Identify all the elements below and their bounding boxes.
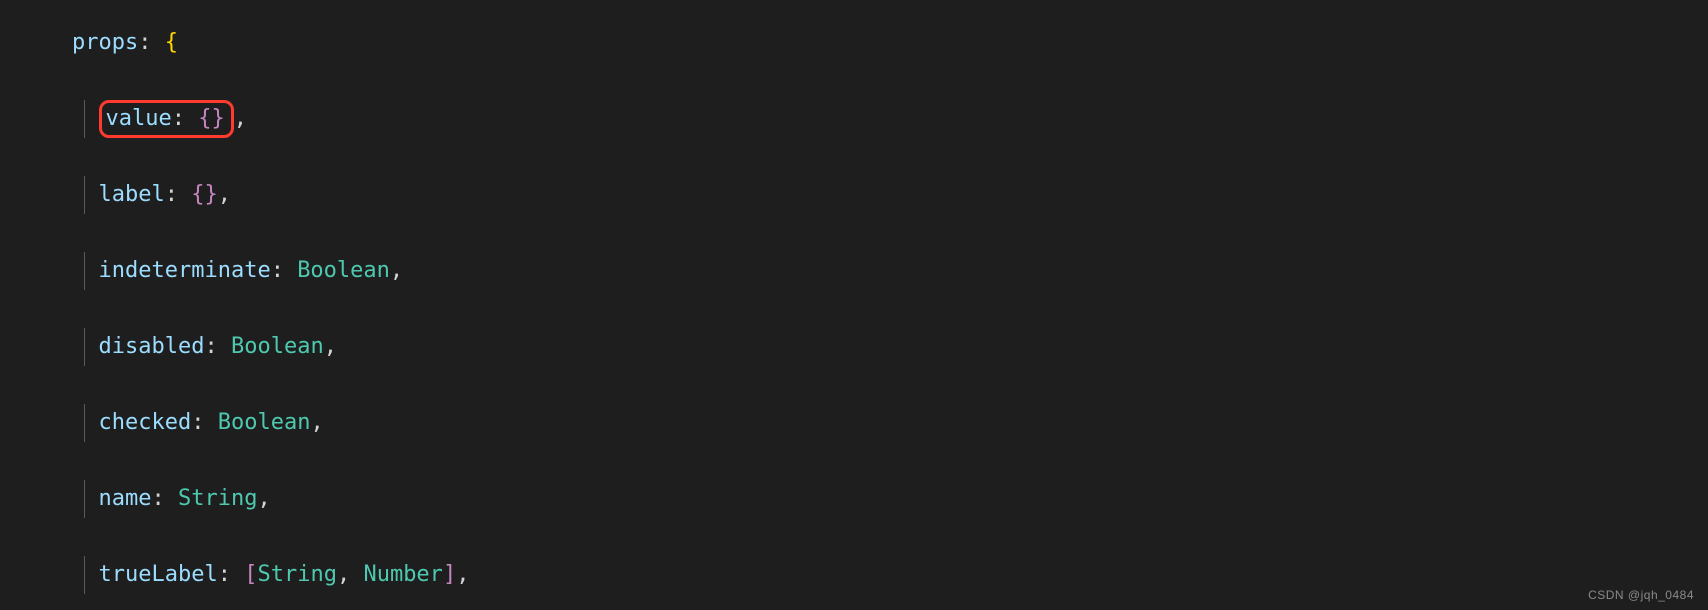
type-boolean: Boolean [231,334,324,359]
type-boolean: Boolean [218,410,311,435]
prop-key-checked: checked [99,410,192,435]
code-line: trueLabel: [String, Number], [0,556,1708,594]
code-line: props: { [0,24,1708,62]
prop-key-props: props [72,30,138,55]
type-number: Number [363,562,442,587]
prop-key-truelabel: trueLabel [99,562,218,587]
prop-key-value: value [106,106,172,131]
prop-key-disabled: disabled [99,334,205,359]
prop-key-indeterminate: indeterminate [99,258,271,283]
code-line: indeterminate: Boolean, [0,252,1708,290]
code-line: checked: Boolean, [0,404,1708,442]
code-line: value: {}, [0,100,1708,138]
code-line: name: String, [0,480,1708,518]
prop-key-name: name [99,486,152,511]
watermark-text: CSDN @jqh_0484 [1588,588,1694,602]
bracket-close: ] [443,562,456,587]
type-string: String [178,486,257,511]
code-line: label: {}, [0,176,1708,214]
brace-open: { [165,30,178,55]
prop-key-label: label [99,182,165,207]
type-boolean: Boolean [297,258,390,283]
type-string: String [257,562,336,587]
code-block: props: { value: {}, label: {}, indetermi… [0,0,1708,610]
bracket-open: [ [244,562,257,587]
highlight-box: value: {} [99,100,234,138]
code-line: disabled: Boolean, [0,328,1708,366]
